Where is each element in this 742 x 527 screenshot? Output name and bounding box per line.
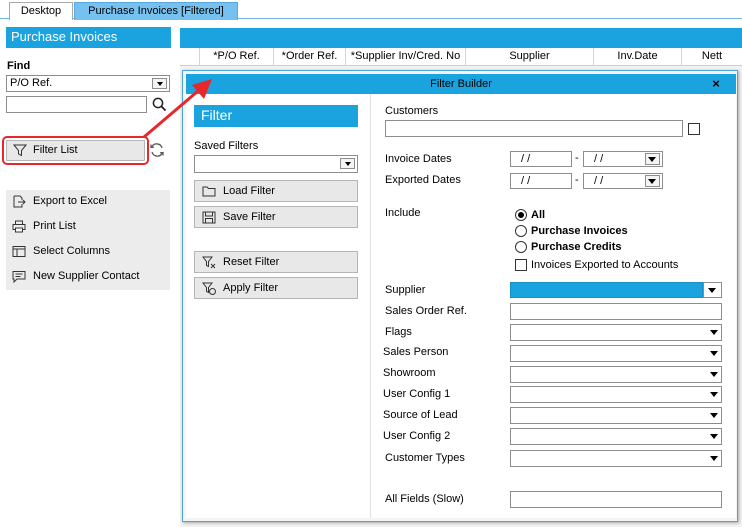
reset-filter-button[interactable]: Reset Filter <box>194 251 358 273</box>
filter-builder-title: Filter Builder <box>186 74 736 94</box>
load-filter-label: Load Filter <box>223 185 275 197</box>
printer-icon <box>12 220 26 233</box>
print-list-label: Print List <box>33 220 76 232</box>
exported-to-accounts-label: Invoices Exported to Accounts <box>531 259 679 271</box>
all-fields-label: All Fields (Slow) <box>385 493 464 505</box>
customer-types-select[interactable] <box>510 450 722 467</box>
tab-purchase-invoices-filtered[interactable]: Purchase Invoices [Filtered] <box>74 2 238 20</box>
chevron-down-icon[interactable] <box>645 153 660 165</box>
customer-types-label: Customer Types <box>385 452 465 464</box>
chevron-down-icon[interactable] <box>645 175 660 187</box>
sales-order-ref-label: Sales Order Ref. <box>385 305 467 317</box>
include-all-label: All <box>531 209 546 221</box>
column-header-inv-date[interactable]: Inv.Date <box>594 48 682 66</box>
actions-panel: Export to Excel Print List Select Column… <box>6 190 170 290</box>
column-header-order-ref[interactable]: *Order Ref. <box>274 48 346 66</box>
filter-list-button[interactable]: Filter List <box>2 136 149 165</box>
supplier-select[interactable] <box>510 282 703 298</box>
funnel-icon <box>12 144 28 157</box>
chevron-down-icon[interactable] <box>703 282 722 298</box>
reset-filter-label: Reset Filter <box>223 256 280 268</box>
save-filter-label: Save Filter <box>223 211 276 223</box>
grid-row-selector-header <box>180 48 200 66</box>
apply-filter-button[interactable]: Apply Filter <box>194 277 358 299</box>
invoice-dates-label: Invoice Dates <box>385 153 452 165</box>
flags-select[interactable] <box>510 324 722 341</box>
include-purchase-invoices-radio[interactable] <box>515 225 527 237</box>
exported-dates-label: Exported Dates <box>385 174 461 186</box>
contact-icon <box>12 270 26 284</box>
panel-title: Purchase Invoices <box>6 27 171 48</box>
grid-header-bar <box>180 28 742 48</box>
include-label: Include <box>385 207 421 219</box>
supplier-label: Supplier <box>385 284 426 296</box>
new-supplier-contact-action[interactable]: New Supplier Contact <box>6 265 170 289</box>
column-header-nett[interactable]: Nett <box>682 48 742 66</box>
load-filter-button[interactable]: Load Filter <box>194 180 358 202</box>
include-all-radio[interactable] <box>515 209 527 221</box>
export-icon <box>12 195 26 208</box>
saved-filters-select[interactable] <box>194 155 358 173</box>
include-purchase-credits-label: Purchase Credits <box>531 241 622 253</box>
showroom-select[interactable] <box>510 366 722 383</box>
invoice-date-from[interactable]: / / <box>510 151 572 167</box>
annotation-arrow <box>143 79 212 139</box>
print-list-action[interactable]: Print List <box>6 215 170 239</box>
apply-filter-icon <box>201 282 216 295</box>
all-fields-input[interactable] <box>510 491 722 508</box>
include-purchase-credits-radio[interactable] <box>515 241 527 253</box>
exported-to-accounts-checkbox[interactable] <box>515 259 527 271</box>
export-to-excel-label: Export to Excel <box>33 195 107 207</box>
sales-order-ref-input[interactable] <box>510 303 722 320</box>
select-columns-label: Select Columns <box>33 245 111 257</box>
user-config-2-label: User Config 2 <box>383 430 451 442</box>
user-config-2-select[interactable] <box>510 428 722 445</box>
exported-date-from[interactable]: / / <box>510 173 572 189</box>
sales-person-select[interactable] <box>510 345 722 362</box>
clear-filter-icon <box>201 256 216 269</box>
filter-list-label: Filter List <box>33 144 78 156</box>
customers-checkbox[interactable] <box>688 123 700 135</box>
apply-filter-label: Apply Filter <box>223 282 279 294</box>
export-to-excel-action[interactable]: Export to Excel <box>6 190 170 214</box>
flags-label: Flags <box>385 326 412 338</box>
customers-label: Customers <box>385 105 439 117</box>
new-supplier-contact-label: New Supplier Contact <box>33 270 140 282</box>
column-header-supplier-inv[interactable]: *Supplier Inv/Cred. No <box>346 48 466 66</box>
user-config-1-label: User Config 1 <box>383 388 451 400</box>
source-of-lead-select[interactable] <box>510 407 722 424</box>
filter-builder-divider <box>370 94 371 518</box>
columns-icon <box>12 245 26 258</box>
column-header-po-ref[interactable]: *P/O Ref. <box>200 48 274 66</box>
sales-person-label: Sales Person <box>383 346 449 358</box>
include-purchase-invoices-label: Purchase Invoices <box>531 225 628 237</box>
search-input[interactable] <box>6 96 147 113</box>
tab-desktop[interactable]: Desktop <box>9 2 73 20</box>
close-icon[interactable]: × <box>707 74 725 94</box>
select-columns-action[interactable]: Select Columns <box>6 240 170 264</box>
invoice-date-separator: - <box>575 152 579 164</box>
chevron-down-icon[interactable] <box>340 158 355 169</box>
save-icon <box>202 211 216 224</box>
column-header-supplier[interactable]: Supplier <box>466 48 594 66</box>
exported-date-separator: - <box>575 174 579 186</box>
find-field-value: P/O Ref. <box>10 77 53 89</box>
folder-icon <box>202 185 216 198</box>
source-of-lead-label: Source of Lead <box>383 409 458 421</box>
find-label: Find <box>7 60 31 72</box>
save-filter-button[interactable]: Save Filter <box>194 206 358 228</box>
customers-input[interactable] <box>385 120 683 137</box>
user-config-1-select[interactable] <box>510 386 722 403</box>
showroom-label: Showroom <box>383 367 436 379</box>
